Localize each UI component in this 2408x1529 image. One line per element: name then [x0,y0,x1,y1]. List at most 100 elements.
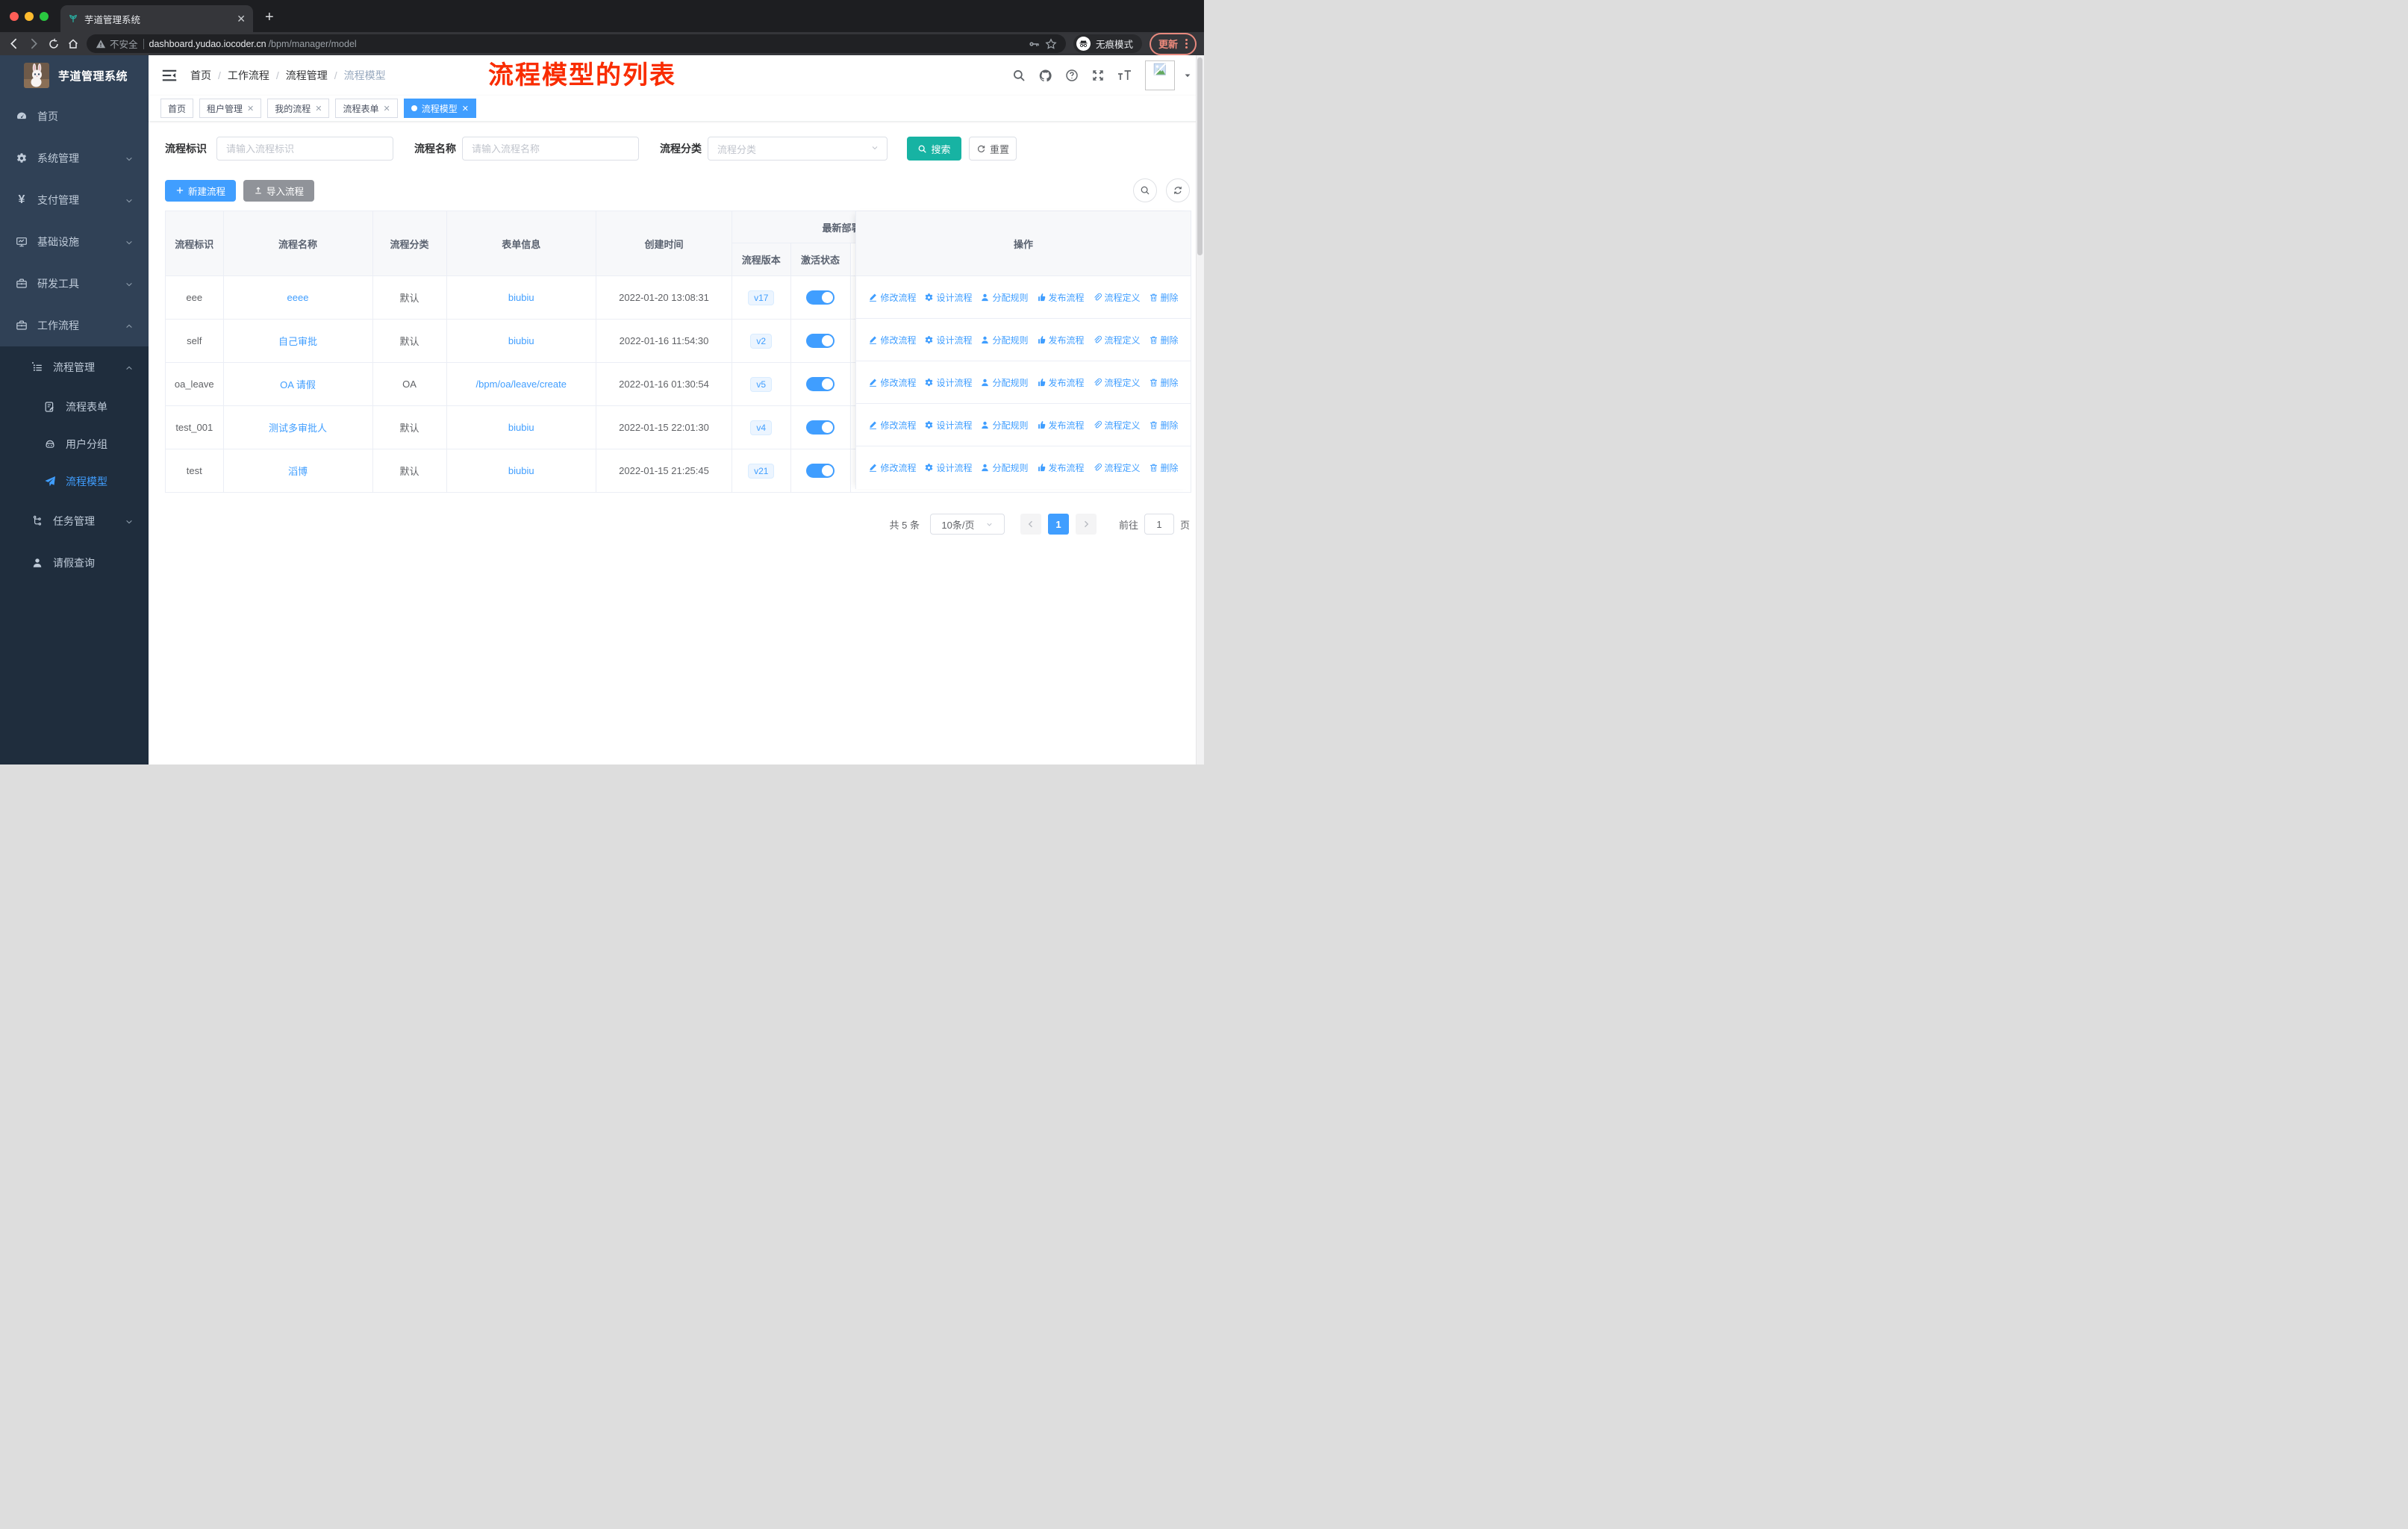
action-删除[interactable]: 删除 [1149,291,1179,304]
page-scrollbar[interactable] [1196,55,1204,764]
action-发布流程[interactable]: 发布流程 [1037,419,1085,432]
action-修改流程[interactable]: 修改流程 [868,291,916,304]
forward-icon[interactable] [28,37,40,50]
action-流程定义[interactable]: 流程定义 [1093,334,1141,346]
action-删除[interactable]: 删除 [1149,334,1179,346]
zoom-window-button[interactable] [40,12,49,21]
action-流程定义[interactable]: 流程定义 [1093,461,1141,474]
prev-page-button[interactable] [1020,514,1041,535]
action-删除[interactable]: 删除 [1149,419,1179,432]
action-发布流程[interactable]: 发布流程 [1037,334,1085,346]
action-修改流程[interactable]: 修改流程 [868,419,916,432]
version-badge[interactable]: v17 [748,290,775,305]
action-流程定义[interactable]: 流程定义 [1093,291,1141,304]
active-toggle[interactable] [806,334,835,348]
action-修改流程[interactable]: 修改流程 [868,461,916,474]
breadcrumb-workflow[interactable]: 工作流程 [228,68,269,83]
reload-icon[interactable] [48,38,60,50]
create-process-button[interactable]: 新建流程 [165,179,237,202]
sidebar-item-infra[interactable]: 基础设施 [0,221,149,263]
search-button[interactable]: 搜索 [907,137,961,161]
tag-流程模型[interactable]: 流程模型 ✕ [403,99,476,118]
fullscreen-icon[interactable] [1091,69,1105,82]
name-text[interactable]: OA 请假 [280,377,316,391]
tag-流程表单[interactable]: 流程表单 ✕ [335,99,398,118]
action-发布流程[interactable]: 发布流程 [1037,291,1085,304]
name-text[interactable]: 滔博 [288,464,308,478]
new-tab-button[interactable]: + [265,9,274,26]
browser-menu-icon[interactable] [1185,39,1188,49]
back-icon[interactable] [7,37,20,50]
active-toggle[interactable] [806,377,835,391]
action-设计流程[interactable]: 设计流程 [924,376,972,389]
browser-tab[interactable]: 芋道管理系统 ✕ [60,5,253,32]
page-size-select[interactable]: 10条/页 [929,514,1005,535]
filter-key-input[interactable] [216,137,393,161]
action-流程定义[interactable]: 流程定义 [1093,419,1141,432]
action-设计流程[interactable]: 设计流程 [924,334,972,346]
next-page-button[interactable] [1075,514,1097,535]
active-toggle[interactable] [806,420,835,435]
goto-page-input[interactable] [1144,514,1174,535]
form-text[interactable]: /bpm/oa/leave/create [476,379,567,390]
tag-我的流程[interactable]: 我的流程 ✕ [267,99,330,118]
action-设计流程[interactable]: 设计流程 [924,419,972,432]
avatar-caret-icon[interactable] [1183,71,1192,80]
bookmark-star-icon[interactable] [1045,37,1057,50]
version-badge[interactable]: v21 [748,463,775,479]
sidebar-item-devtools[interactable]: 研发工具 [0,263,149,305]
tab-close-icon[interactable]: ✕ [237,13,246,24]
collapse-sidebar-icon[interactable] [162,68,177,83]
search-icon[interactable] [1012,69,1026,82]
version-badge[interactable]: v4 [750,420,773,435]
sidebar-item-workflow[interactable]: 工作流程 [0,305,149,346]
sidebar-item-user-group[interactable]: 用户分组 [0,426,149,463]
active-toggle[interactable] [806,290,835,305]
sidebar-item-leave-query[interactable]: 请假查询 [0,542,149,584]
breadcrumb-process-manage[interactable]: 流程管理 [286,68,328,83]
refresh-icon[interactable] [1166,178,1190,202]
close-icon[interactable]: ✕ [247,104,254,113]
password-key-icon[interactable] [1028,38,1040,50]
close-window-button[interactable] [10,12,19,21]
action-删除[interactable]: 删除 [1149,461,1179,474]
action-分配规则[interactable]: 分配规则 [980,376,1029,389]
close-icon[interactable]: ✕ [384,104,390,113]
form-text[interactable]: biubiu [508,335,534,346]
action-修改流程[interactable]: 修改流程 [868,334,916,346]
reset-button[interactable]: 重置 [969,137,1017,161]
filter-category-select[interactable]: 流程分类 [708,137,888,161]
update-button[interactable]: 更新 [1149,32,1197,55]
action-设计流程[interactable]: 设计流程 [924,461,972,474]
sidebar-item-home[interactable]: 首页 [0,96,149,137]
active-toggle[interactable] [806,464,835,478]
name-text[interactable]: eeee [287,292,309,303]
form-text[interactable]: biubiu [508,292,534,303]
name-text[interactable]: 测试多审批人 [269,420,327,435]
action-流程定义[interactable]: 流程定义 [1093,376,1141,389]
help-icon[interactable] [1065,69,1079,82]
sidebar-item-process-manage[interactable]: 流程管理 [0,346,149,388]
action-分配规则[interactable]: 分配规则 [980,419,1029,432]
avatar[interactable] [1145,60,1175,90]
tag-租户管理[interactable]: 租户管理 ✕ [199,99,262,118]
action-修改流程[interactable]: 修改流程 [868,376,916,389]
form-text[interactable]: biubiu [508,465,534,476]
version-badge[interactable]: v5 [750,376,773,392]
security-warning[interactable]: 不安全 [96,37,138,51]
sidebar-item-task-manage[interactable]: 任务管理 [0,500,149,542]
scrollbar-thumb[interactable] [1197,57,1203,255]
sidebar-item-process-model[interactable]: 流程模型 [0,463,149,500]
toggle-search-icon[interactable] [1133,178,1157,202]
filter-name-input[interactable] [462,137,639,161]
form-text[interactable]: biubiu [508,422,534,433]
action-分配规则[interactable]: 分配规则 [980,461,1029,474]
tag-home[interactable]: 首页 [160,99,194,118]
action-设计流程[interactable]: 设计流程 [924,291,972,304]
github-icon[interactable] [1038,69,1052,83]
sidebar-item-process-form[interactable]: 流程表单 [0,388,149,426]
home-icon[interactable] [67,38,79,50]
import-process-button[interactable]: 导入流程 [243,179,315,202]
breadcrumb-home[interactable]: 首页 [190,68,211,83]
action-发布流程[interactable]: 发布流程 [1037,461,1085,474]
